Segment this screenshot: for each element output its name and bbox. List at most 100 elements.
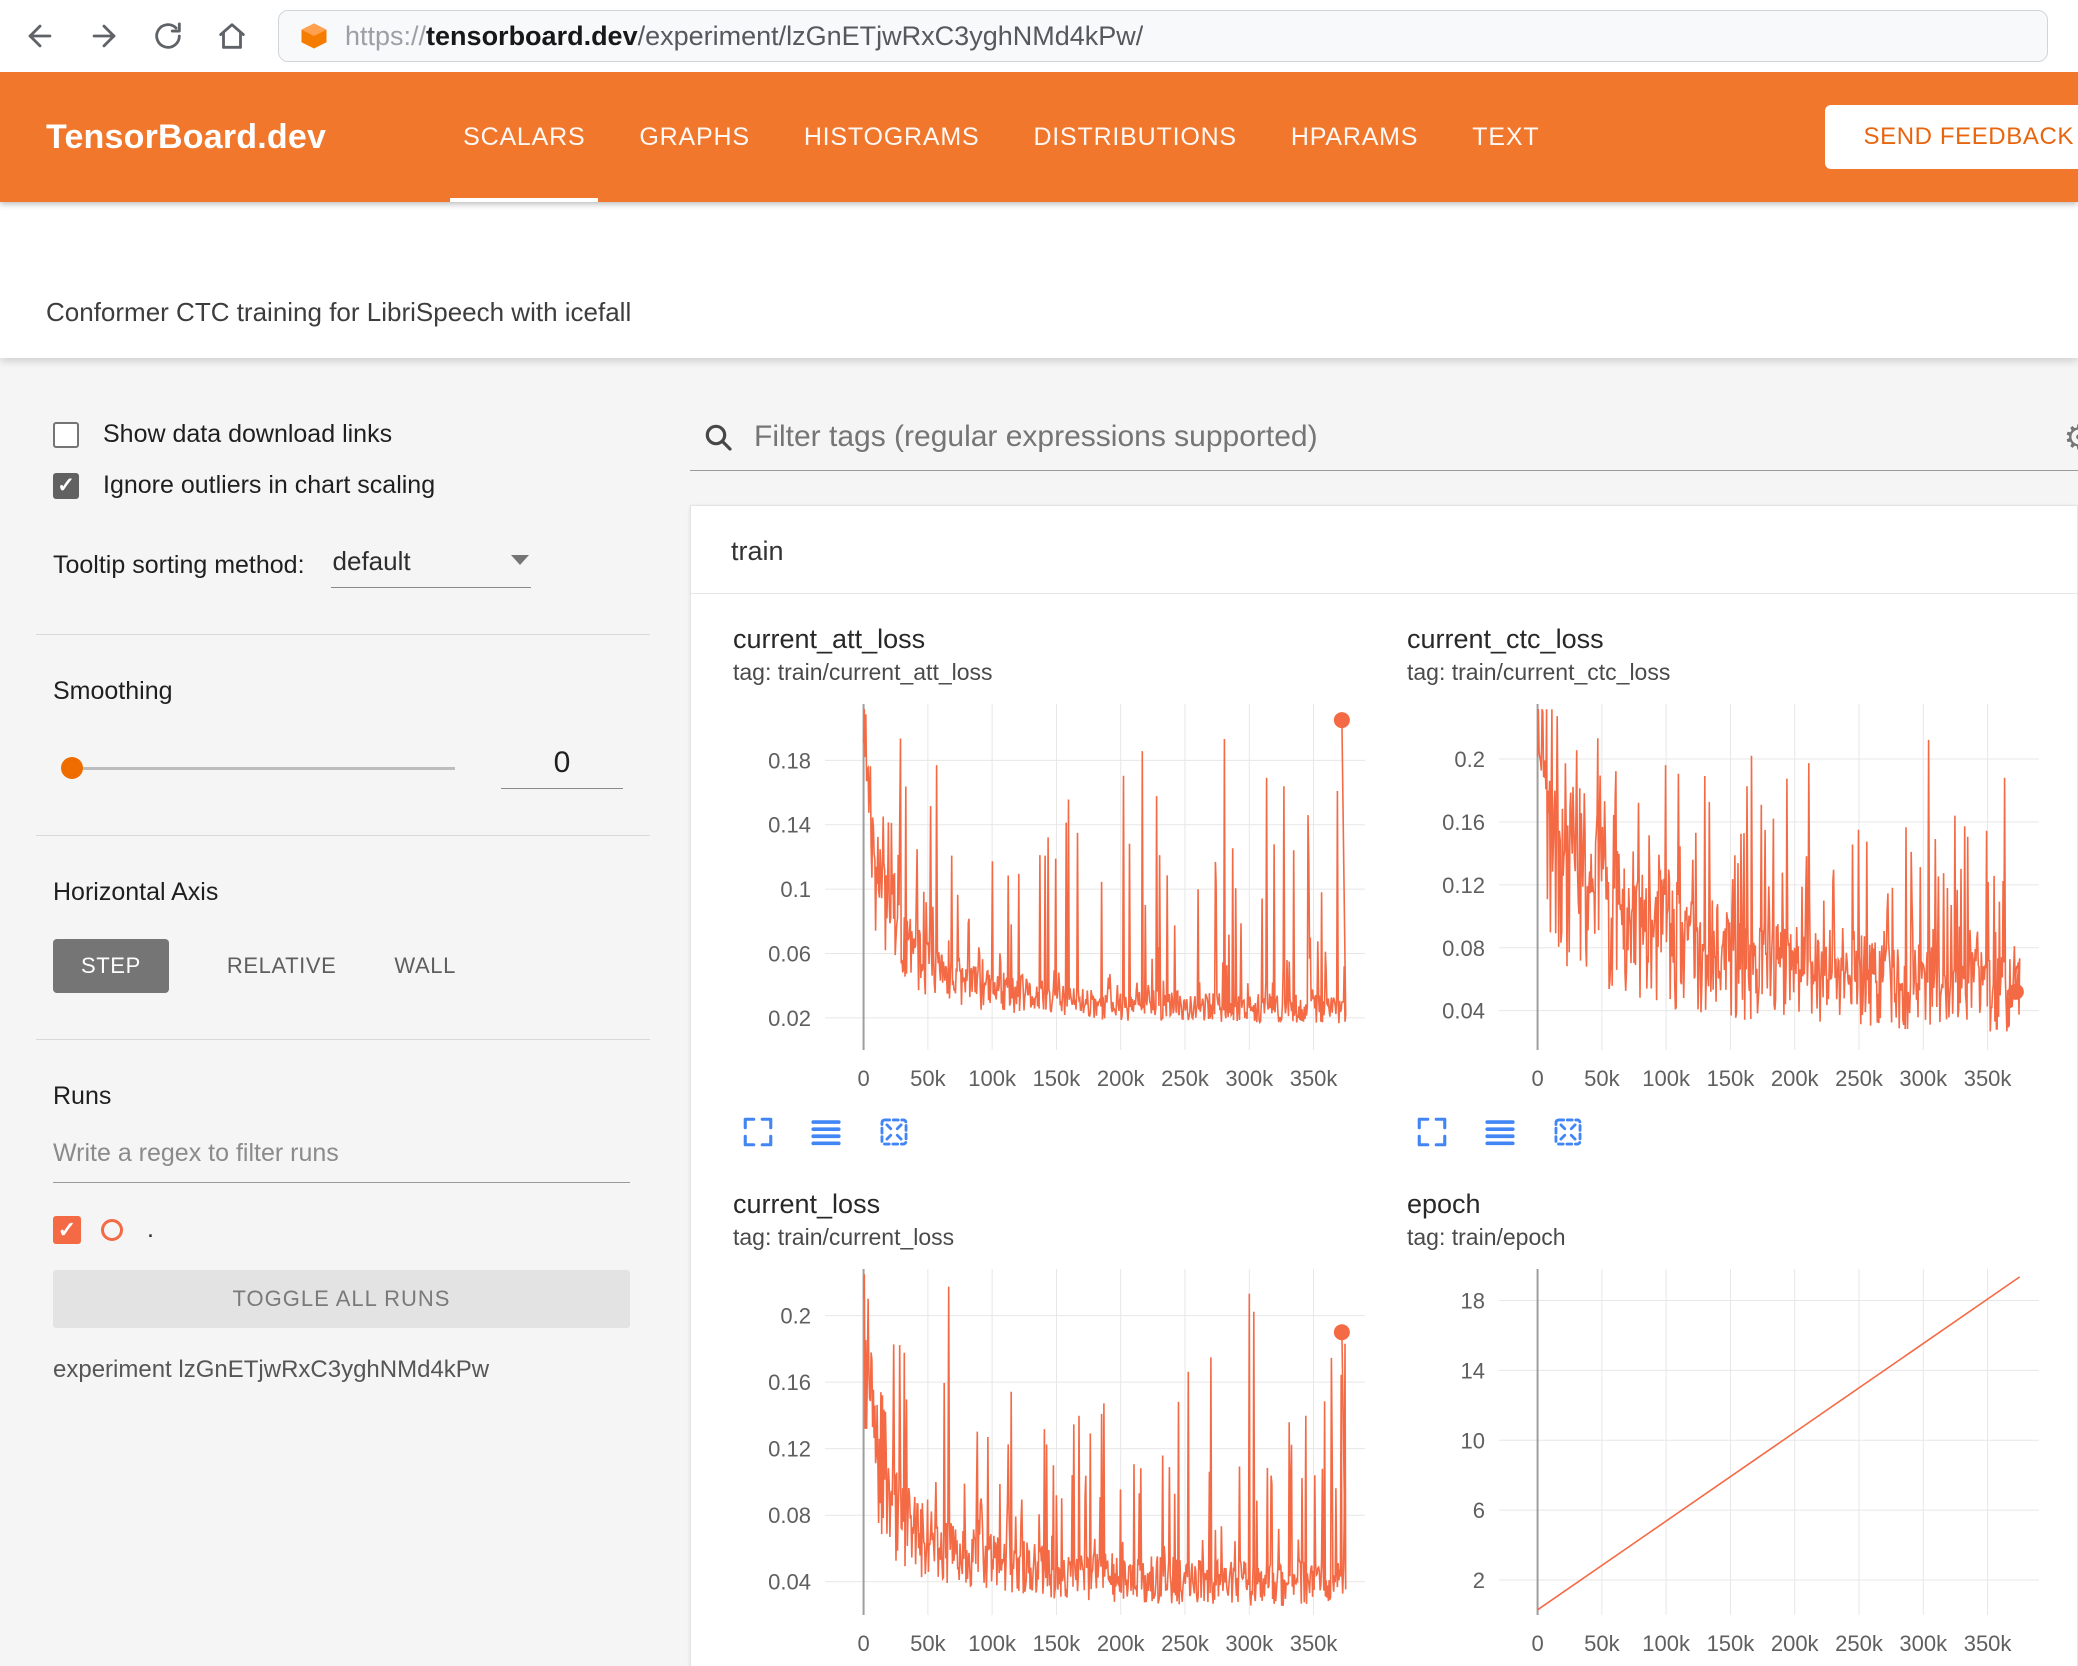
chart-plot[interactable]: 2 6 10 14 18 0 50k 100k 150k 200k 250k 300k 350k (1407, 1263, 2047, 1661)
address-bar[interactable]: https://tensorboard.dev/experiment/lzGnE… (278, 10, 2048, 62)
gear-icon[interactable]: ⚙ (2064, 418, 2078, 458)
chart-plot[interactable]: 0.04 0.08 0.12 0.16 0.2 0 50k 100k 150k 200k 250k 3… (733, 1263, 1373, 1661)
series-line (862, 1274, 1347, 1606)
axis-option-wall[interactable]: WALL (394, 953, 456, 979)
horizontal-axis-heading: Horizontal Axis (53, 878, 219, 906)
chart-toolbar (741, 1115, 1389, 1149)
smoothing-value-field[interactable]: 0 (501, 746, 623, 789)
tab-hparams[interactable]: HPARAMS (1264, 72, 1445, 202)
chart-title: epoch (1407, 1189, 1481, 1219)
run-checkbox[interactable]: ✓ (53, 1215, 81, 1244)
tensorboard-logo[interactable]: TensorBoard.dev (46, 118, 326, 157)
series-line (1537, 1276, 2021, 1611)
x-tick-label: 100k (1642, 1066, 1691, 1091)
y-tick-label: 0.08 (768, 1503, 811, 1528)
x-tick-label: 350k (1964, 1631, 2013, 1656)
tab-graphs[interactable]: GRAPHS (612, 72, 776, 202)
expand-icon[interactable] (1415, 1115, 1449, 1149)
tooltip-sorting-select[interactable]: default (330, 546, 531, 588)
tab-scalars[interactable]: SCALARS (436, 72, 612, 202)
reload-icon[interactable] (150, 18, 186, 54)
forward-icon[interactable] (86, 18, 122, 54)
toggle-all-runs-button[interactable]: TOGGLE ALL RUNS (53, 1270, 630, 1328)
experiment-title: Conformer CTC training for LibriSpeech w… (46, 297, 632, 327)
browser-nav-icons (22, 18, 250, 54)
chart-tag-subtitle: tag: train/current_att_loss (733, 659, 993, 685)
x-tick-label: 250k (1835, 1066, 1884, 1091)
x-tick-label: 100k (1642, 1631, 1691, 1656)
check-icon: ✓ (57, 474, 75, 497)
x-tick-label: 50k (1584, 1066, 1620, 1091)
x-tick-label: 250k (1835, 1631, 1884, 1656)
tab-text[interactable]: TEXT (1445, 72, 1566, 202)
x-tick-label: 200k (1771, 1066, 1820, 1091)
x-tick-label: 150k (1707, 1631, 1756, 1656)
experiment-title-strip: Conformer CTC training for LibriSpeech w… (0, 202, 2078, 358)
runs-heading: Runs (53, 1082, 112, 1110)
series-line (1536, 709, 2021, 1032)
y-tick-label: 6 (1473, 1498, 1485, 1523)
chart-tag-subtitle: tag: train/epoch (1407, 1224, 1566, 1250)
tensorboard-favicon (299, 21, 329, 51)
chart-plot[interactable]: 0.02 0.06 0.1 0.14 0.18 0 50k 100k 150k 200k 250k 3… (733, 698, 1373, 1096)
y-tick-label: 10 (1461, 1428, 1485, 1453)
y-tick-label: 0.02 (768, 1006, 811, 1031)
y-tick-label: 0.04 (1442, 999, 1485, 1024)
y-tick-label: 0.16 (768, 1370, 811, 1395)
header-tabs: SCALARS GRAPHS HISTOGRAMS DISTRIBUTIONS … (436, 72, 1566, 202)
x-tick-label: 100k (968, 1066, 1017, 1091)
series-end-dot (1333, 712, 1350, 729)
horizontal-lines-icon[interactable] (809, 1115, 843, 1149)
smoothing-slider[interactable] (61, 756, 455, 780)
x-tick-label: 150k (1033, 1066, 1082, 1091)
slider-thumb[interactable] (61, 756, 83, 779)
tab-distributions[interactable]: DISTRIBUTIONS (1006, 72, 1263, 202)
section-title[interactable]: train (691, 506, 2077, 594)
back-icon[interactable] (22, 18, 58, 54)
x-tick-label: 200k (1097, 1066, 1146, 1091)
horizontal-axis-options: STEP RELATIVE WALL (53, 939, 630, 993)
x-tick-label: 150k (1033, 1631, 1082, 1656)
x-tick-label: 0 (857, 1066, 869, 1091)
check-icon: ✓ (57, 1216, 77, 1242)
settings-sidebar: Show data download links ✓ Ignore outlie… (0, 358, 670, 1666)
y-tick-label: 0.06 (768, 941, 811, 966)
divider (36, 835, 650, 836)
y-tick-label: 0.1 (780, 877, 811, 902)
x-tick-label: 50k (910, 1066, 946, 1091)
send-feedback-button[interactable]: SEND FEEDBACK (1825, 105, 2078, 169)
chart-plot[interactable]: 0.04 0.08 0.12 0.16 0.2 0 50k 100k 150k 200k 250k 3… (1407, 698, 2047, 1096)
expand-icon[interactable] (741, 1115, 775, 1149)
y-tick-label: 0.16 (1442, 810, 1485, 835)
x-tick-label: 0 (1531, 1631, 1543, 1656)
fit-domain-icon[interactable] (1551, 1115, 1585, 1149)
ignore-outliers-row[interactable]: ✓ Ignore outliers in chart scaling (53, 471, 630, 500)
run-color-circle[interactable] (101, 1218, 123, 1241)
tab-histograms[interactable]: HISTOGRAMS (777, 72, 1007, 202)
axis-option-relative[interactable]: RELATIVE (227, 953, 337, 979)
horizontal-lines-icon[interactable] (1483, 1115, 1517, 1149)
chart-tag-subtitle: tag: train/current_loss (733, 1224, 955, 1250)
x-tick-label: 300k (1899, 1631, 1948, 1656)
tensorboard-screen: https://tensorboard.dev/experiment/lzGnE… (0, 0, 2078, 1666)
y-tick-label: 2 (1473, 1568, 1485, 1593)
x-tick-label: 50k (910, 1631, 946, 1656)
x-tick-label: 250k (1161, 1066, 1210, 1091)
tag-filter-input[interactable] (754, 420, 2038, 454)
x-tick-label: 0 (857, 1631, 869, 1656)
chart-title: current_att_loss (733, 624, 926, 654)
chart-card: current_loss tag: train/current_loss 0.04 0… (733, 1189, 1389, 1666)
x-tick-label: 350k (1290, 1631, 1339, 1656)
show-download-links-checkbox[interactable] (53, 421, 79, 448)
fit-domain-icon[interactable] (877, 1115, 911, 1149)
home-icon[interactable] (214, 18, 250, 54)
runs-filter-input[interactable] (53, 1139, 630, 1183)
x-tick-label: 200k (1771, 1631, 1820, 1656)
divider (36, 634, 650, 635)
show-download-links-row[interactable]: Show data download links (53, 420, 630, 449)
run-name: . (147, 1215, 154, 1243)
axis-option-step[interactable]: STEP (53, 939, 169, 993)
run-row: ✓ . (53, 1215, 630, 1244)
ignore-outliers-checkbox[interactable]: ✓ (53, 472, 79, 499)
x-tick-label: 350k (1290, 1066, 1339, 1091)
